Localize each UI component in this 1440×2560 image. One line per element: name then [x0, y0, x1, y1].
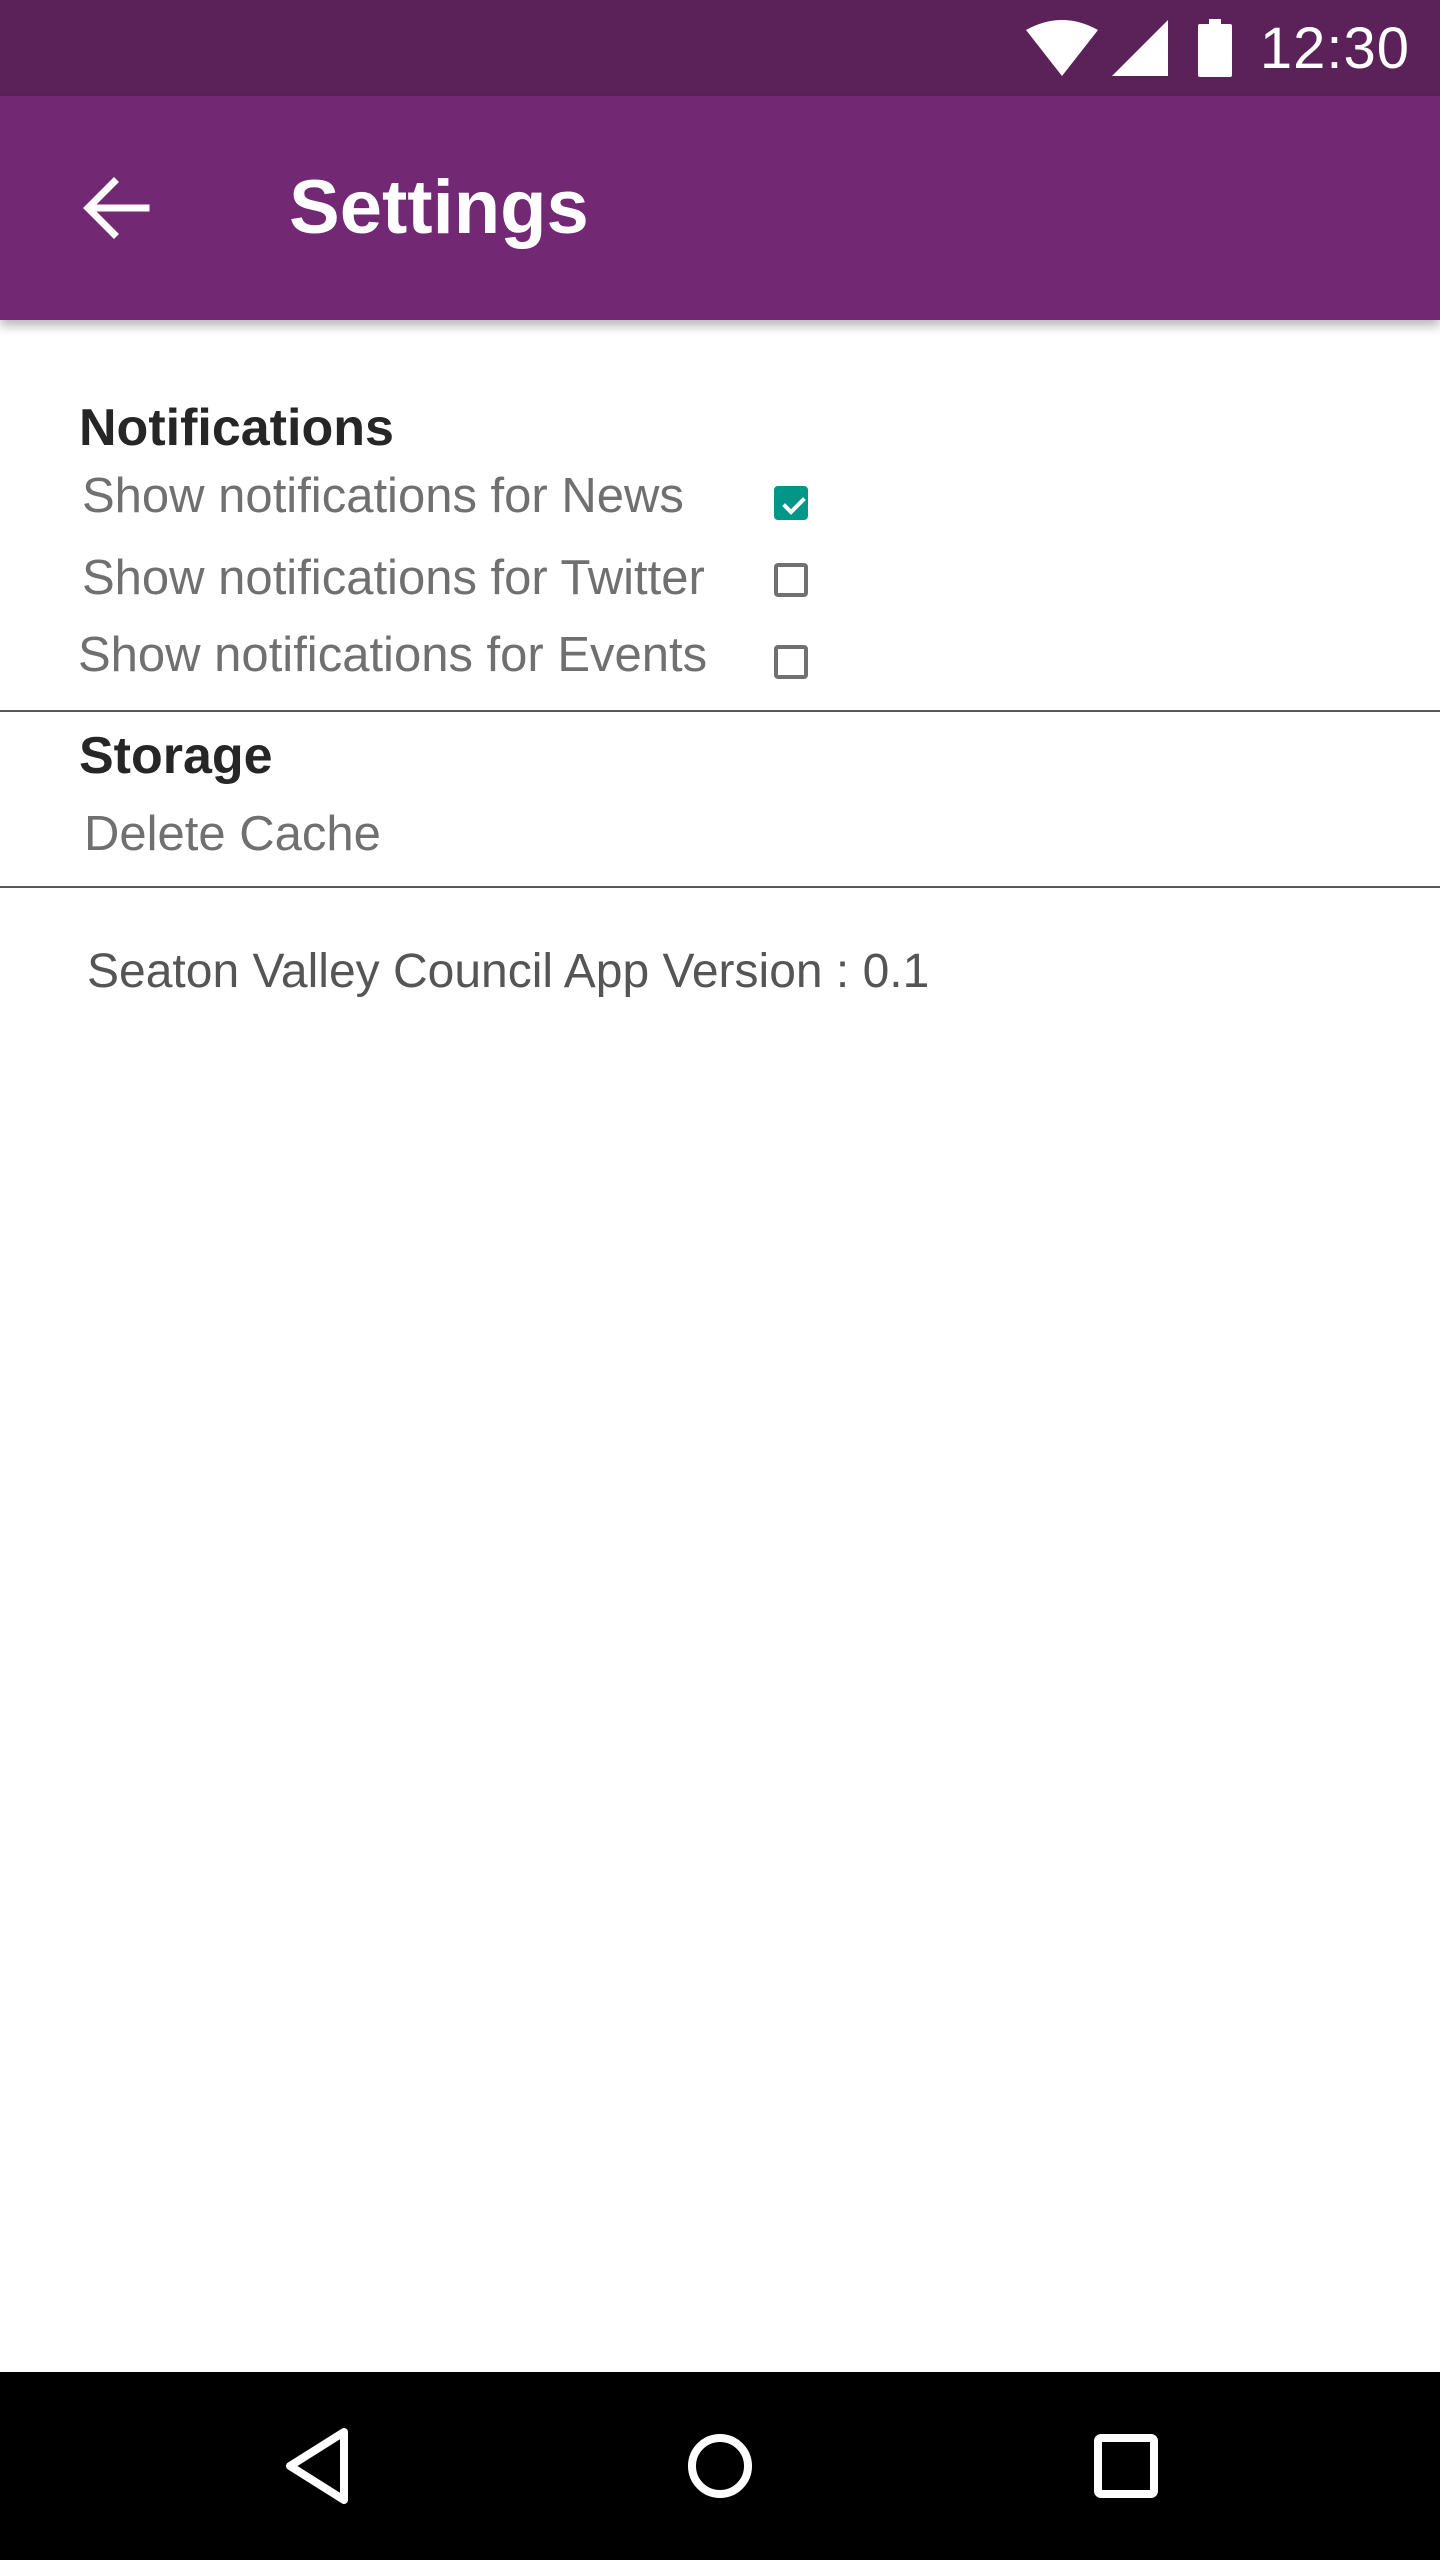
- delete-cache-button[interactable]: Delete Cache: [84, 806, 381, 862]
- checkmark-icon: [782, 497, 806, 515]
- storage-section-header: Storage: [79, 727, 273, 785]
- nav-home-button[interactable]: [660, 2406, 780, 2526]
- arrow-back-icon: [83, 177, 150, 239]
- status-icons: 12:30: [1025, 0, 1410, 96]
- section-divider: [0, 710, 1440, 712]
- events-notifications-checkbox[interactable]: [774, 645, 808, 679]
- nav-back-button[interactable]: [260, 2406, 380, 2526]
- back-triangle-icon: [286, 2428, 348, 2504]
- status-time: 12:30: [1259, 15, 1410, 81]
- section-divider: [0, 886, 1440, 888]
- cell-signal-icon: [1111, 20, 1168, 76]
- home-circle-icon: [688, 2434, 752, 2498]
- navigation-bar: [0, 2372, 1440, 2560]
- news-notifications-label: Show notifications for News: [82, 469, 684, 523]
- twitter-notifications-checkbox[interactable]: [774, 563, 808, 597]
- twitter-notifications-label: Show notifications for Twitter: [82, 551, 705, 605]
- news-notifications-checkbox[interactable]: [774, 486, 808, 520]
- page-title: Settings: [289, 165, 589, 250]
- battery-icon: [1197, 19, 1232, 77]
- events-notifications-label: Show notifications for Events: [78, 628, 708, 682]
- app-bar: Settings: [0, 96, 1440, 320]
- notifications-section-header: Notifications: [79, 399, 394, 457]
- nav-recents-button[interactable]: [1066, 2406, 1186, 2526]
- recents-square-icon: [1094, 2434, 1158, 2498]
- back-button[interactable]: [56, 148, 176, 268]
- app-version-text: Seaton Valley Council App Version : 0.1: [87, 945, 930, 998]
- wifi-icon: [1025, 20, 1098, 76]
- status-bar: 12:30: [0, 0, 1440, 96]
